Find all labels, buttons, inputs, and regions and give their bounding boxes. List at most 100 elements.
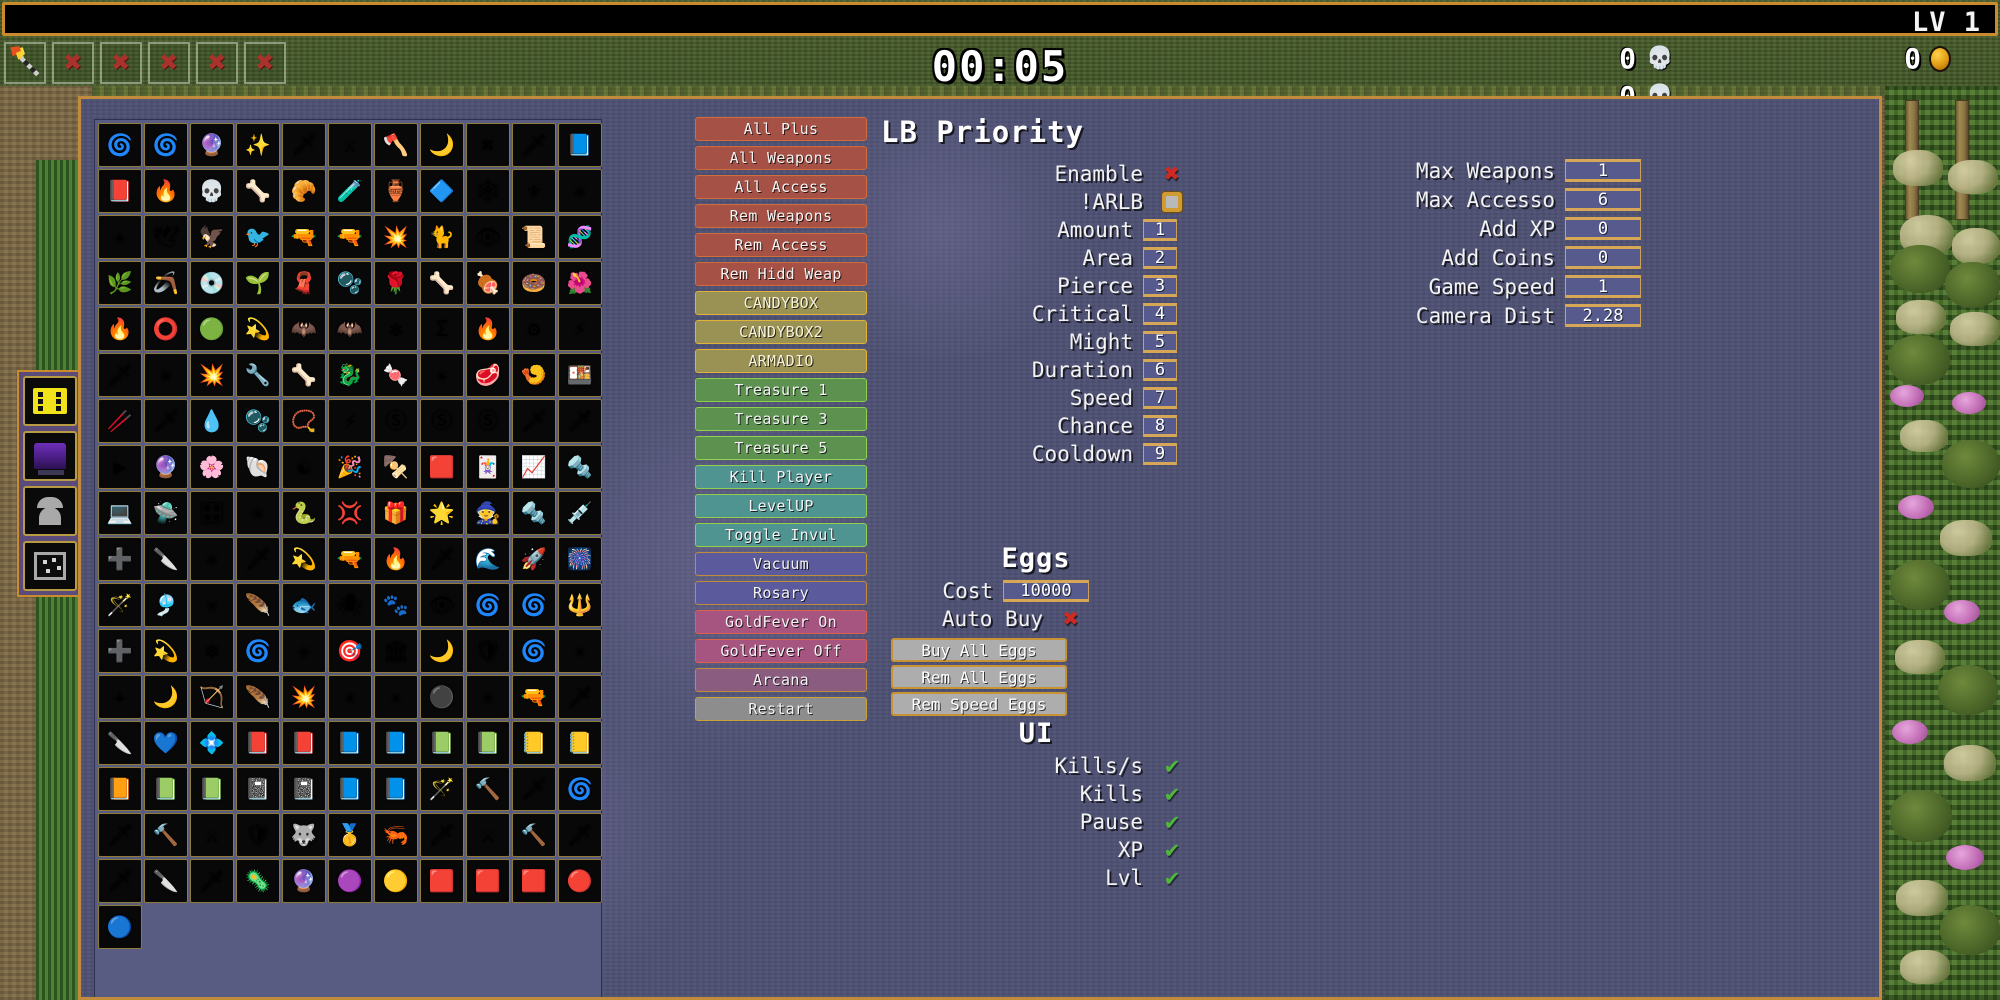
item-cell[interactable]: ✳ — [144, 353, 188, 397]
cheat-button-goldfever-on[interactable]: GoldFever On — [695, 610, 867, 634]
item-cell[interactable]: 📕 — [98, 169, 142, 213]
eggs-button-rem-all-eggs[interactable]: Rem All Eggs — [891, 665, 1067, 689]
item-cell[interactable]: 🗡 — [98, 859, 142, 903]
item-cell[interactable]: 🌙 — [420, 629, 464, 673]
cheat-button-all-weapons[interactable]: All Weapons — [695, 146, 867, 170]
item-cell[interactable]: 🥇 — [328, 813, 372, 857]
item-cell[interactable]: 🔥 — [144, 169, 188, 213]
item-cell[interactable]: 🗡 — [558, 399, 602, 443]
item-cell[interactable]: 🍬 — [374, 353, 418, 397]
cheat-button-treasure-5[interactable]: Treasure 5 — [695, 436, 867, 460]
item-cell[interactable]: ✨ — [236, 123, 280, 167]
item-cell[interactable]: ⚡ — [328, 399, 372, 443]
cheat-button-kill-player[interactable]: Kill Player — [695, 465, 867, 489]
item-cell[interactable]: 📗 — [466, 721, 510, 765]
item-cell[interactable]: 🍤 — [512, 353, 556, 397]
item-cell[interactable]: 🕷 — [328, 583, 372, 627]
item-cell[interactable]: ⭕ — [144, 307, 188, 351]
item-cell[interactable]: 💙 — [144, 721, 188, 765]
item-cell[interactable]: 🔪 — [144, 537, 188, 581]
item-cell[interactable]: 🦴 — [420, 261, 464, 305]
cheat-button-candybox2[interactable]: CANDYBOX2 — [695, 320, 867, 344]
item-cell[interactable]: 🛡 — [236, 813, 280, 857]
item-cell[interactable]: 🌀 — [236, 629, 280, 673]
item-cell[interactable]: 📗 — [144, 767, 188, 811]
stat-field-input-add-xp[interactable]: 0 — [1565, 217, 1641, 240]
item-cell[interactable]: 🪄 — [420, 767, 464, 811]
cheat-button-restart[interactable]: Restart — [695, 697, 867, 721]
item-cell[interactable]: Ⓢ — [466, 399, 510, 443]
item-cell[interactable]: 🪓 — [374, 123, 418, 167]
item-cell[interactable]: 🗡 — [236, 537, 280, 581]
item-cell[interactable]: 📙 — [98, 767, 142, 811]
item-cell[interactable]: 🔨 — [512, 813, 556, 857]
item-cell[interactable]: 🗡 — [282, 123, 326, 167]
item-cell[interactable]: 🎁 — [374, 491, 418, 535]
item-cell[interactable]: 🌀 — [512, 583, 556, 627]
item-cell[interactable]: 🦇 — [328, 307, 372, 351]
lb-field-input-chance[interactable]: 8 — [1143, 415, 1177, 437]
stat-field-input-add-coins[interactable]: 0 — [1565, 246, 1641, 269]
item-cell[interactable]: 🌀 — [144, 123, 188, 167]
cheat-button-all-plus[interactable]: All Plus — [695, 117, 867, 141]
item-cell[interactable]: ✖ — [466, 123, 510, 167]
item-cell[interactable]: 🫧 — [328, 261, 372, 305]
item-cell[interactable]: 💫 — [282, 537, 326, 581]
item-cell[interactable]: 🐍 — [282, 491, 326, 535]
lb-field-input-area[interactable]: 2 — [1143, 247, 1177, 269]
item-cell[interactable]: 👁 — [420, 583, 464, 627]
item-cell[interactable]: 🎆 — [558, 537, 602, 581]
item-cell[interactable]: ✳ — [466, 675, 510, 719]
item-cell[interactable]: ✴ — [374, 675, 418, 719]
item-cell[interactable]: 🐾 — [374, 583, 418, 627]
item-cell[interactable]: ☯ — [282, 445, 326, 489]
item-cell[interactable]: 📘 — [328, 767, 372, 811]
item-cell[interactable]: 📕 — [236, 721, 280, 765]
item-cell[interactable]: ✦ — [98, 675, 142, 719]
item-cell[interactable]: 🗡 — [512, 399, 556, 443]
item-cell[interactable]: 📜 — [512, 215, 556, 259]
item-cell[interactable]: 🐚 — [236, 445, 280, 489]
sidebar-item-arch[interactable] — [23, 486, 77, 536]
lb-field-input-might[interactable]: 5 — [1143, 331, 1177, 353]
item-cell[interactable]: 🐦 — [236, 215, 280, 259]
item-cell[interactable]: 📿 — [282, 399, 326, 443]
item-cell[interactable]: 💻 — [98, 491, 142, 535]
item-cell[interactable]: 🌊 — [466, 537, 510, 581]
item-cell[interactable]: 🪃 — [144, 261, 188, 305]
item-cell[interactable]: ➕ — [98, 629, 142, 673]
item-cell[interactable]: ✳ — [190, 537, 234, 581]
ui-toggle-kills-s[interactable]: ✔ — [1153, 754, 1191, 778]
item-cell[interactable]: 🥩 — [466, 353, 510, 397]
cheat-button-treasure-3[interactable]: Treasure 3 — [695, 407, 867, 431]
item-cell[interactable]: 🔥 — [98, 307, 142, 351]
item-cell[interactable]: 🔥 — [374, 537, 418, 581]
item-cell[interactable]: 🟥 — [420, 445, 464, 489]
item-cell[interactable]: 🚀 — [512, 537, 556, 581]
item-cell[interactable]: ▶ — [98, 445, 142, 489]
item-cell[interactable]: 🐉 — [328, 353, 372, 397]
item-cell[interactable]: 🏹 — [190, 675, 234, 719]
item-cell[interactable]: 👁 — [466, 215, 510, 259]
item-cell[interactable]: 🔥 — [466, 307, 510, 351]
lb-field-input-pierce[interactable]: 3 — [1143, 275, 1177, 297]
item-cell[interactable]: 🥐 — [282, 169, 326, 213]
item-cell[interactable]: 🎛 — [190, 491, 234, 535]
item-cell[interactable]: 📘 — [558, 123, 602, 167]
item-cell[interactable]: 📗 — [420, 721, 464, 765]
item-cell[interactable]: 🧪 — [328, 169, 372, 213]
item-cell[interactable]: 🌀 — [466, 583, 510, 627]
item-cell[interactable]: 💥 — [190, 353, 234, 397]
item-cell[interactable]: 🗡 — [98, 813, 142, 857]
stat-field-input-game-speed[interactable]: 1 — [1565, 275, 1641, 298]
item-cell[interactable]: 💠 — [190, 721, 234, 765]
item-cell[interactable]: 🃏 — [466, 445, 510, 489]
item-cell[interactable]: 🍩 — [512, 261, 556, 305]
lb-field-input-critical[interactable]: 4 — [1143, 303, 1177, 325]
item-cell[interactable]: 📘 — [374, 767, 418, 811]
item-cell[interactable]: 📘 — [328, 721, 372, 765]
item-cell[interactable]: 💫 — [236, 307, 280, 351]
item-cell[interactable]: 🔫 — [282, 215, 326, 259]
item-cell[interactable]: 🐟 — [282, 583, 326, 627]
item-cell[interactable]: 🗡 — [420, 537, 464, 581]
